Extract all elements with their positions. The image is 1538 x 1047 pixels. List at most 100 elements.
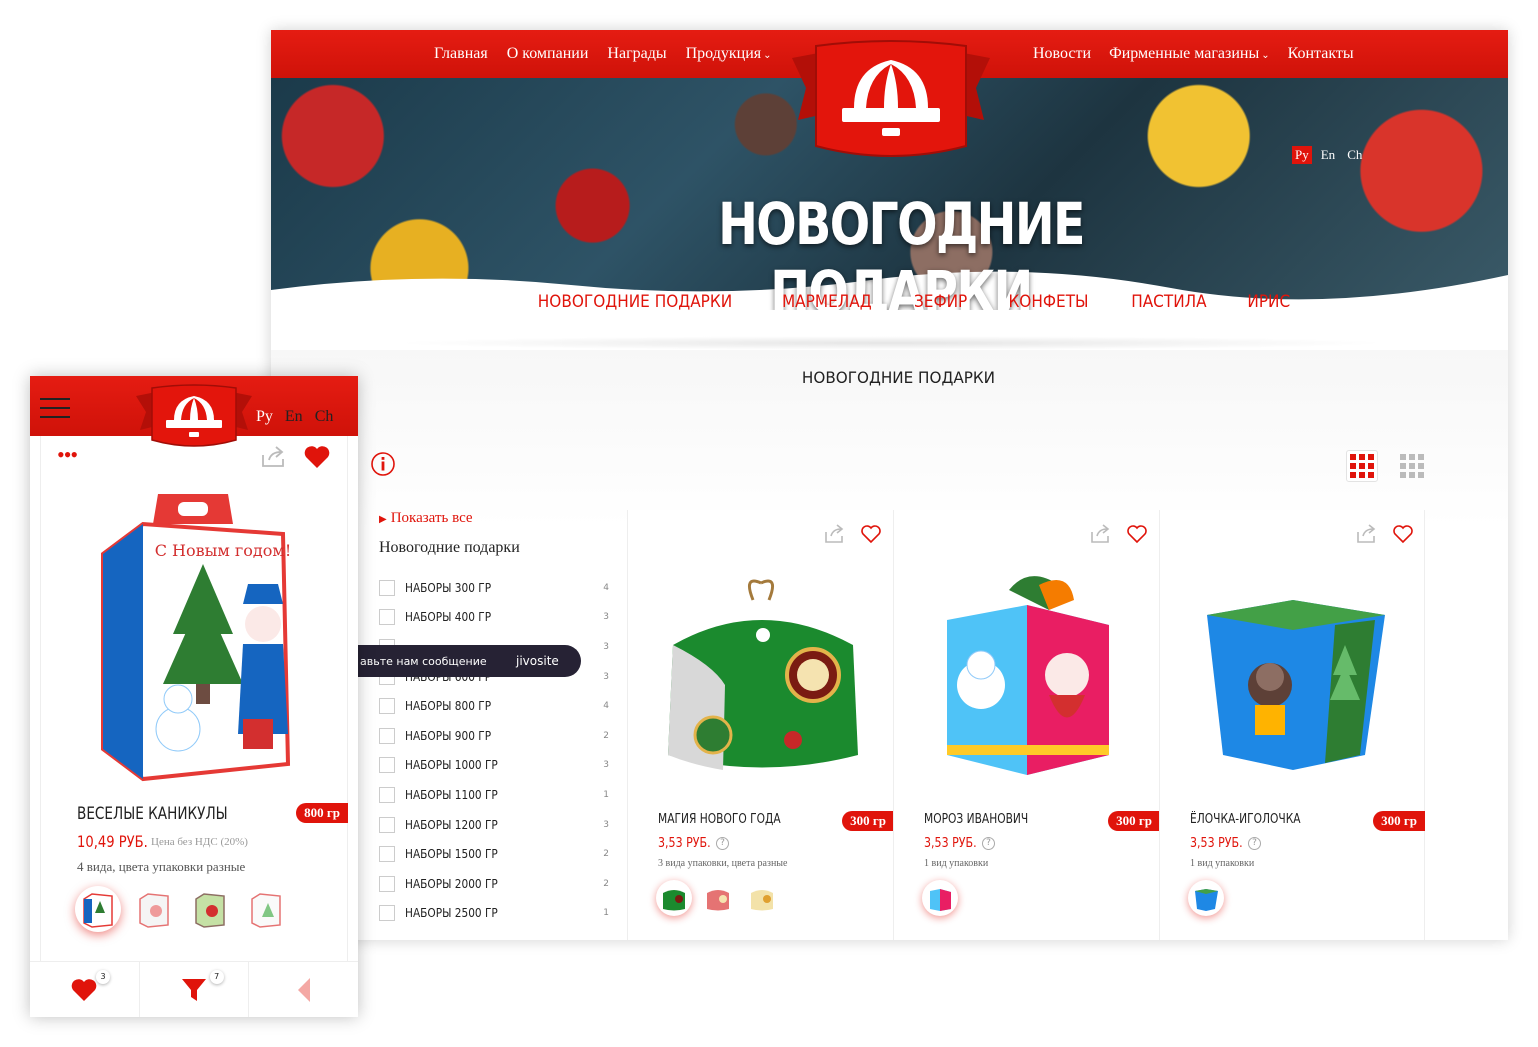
product-name[interactable]: МАГИЯ НОВОГО ГОДА <box>658 812 781 827</box>
share-icon[interactable] <box>261 446 287 468</box>
product-grid: МАГИЯ НОВОГО ГОДА 300 гр 3,53 РУБ. ? 3 в… <box>627 510 1425 940</box>
category-pastila[interactable]: ПАСТИЛА <box>1131 292 1206 312</box>
filter-label: НАБОРЫ 400 ГР <box>405 610 492 625</box>
filter-sidebar: ▶ Показать все Новогодние подарки НАБОРЫ … <box>379 510 609 928</box>
product-card[interactable]: ЁЛОЧКА-ИГОЛОЧКА 300 гр 3,53 РУБ. ? 1 вид… <box>1159 510 1425 940</box>
filter-checkbox[interactable] <box>379 698 395 715</box>
variant-thumb[interactable] <box>1188 880 1224 916</box>
filter-row[interactable]: НАБОРЫ 2000 ГР 2 <box>379 869 609 899</box>
nav-right: Новости Фирменные магазины ⌄ Контакты <box>1033 45 1354 63</box>
filter-label: НАБОРЫ 2000 ГР <box>405 876 498 891</box>
hamburger-menu-icon[interactable] <box>40 398 70 418</box>
variant-image <box>751 890 773 911</box>
nav-products[interactable]: Продукция ⌄ <box>686 45 772 63</box>
share-icon[interactable] <box>1090 524 1112 544</box>
heart-icon[interactable] <box>1126 524 1148 544</box>
question-icon[interactable]: ? <box>1248 837 1261 850</box>
filter-row[interactable]: НАБОРЫ 800 ГР 4 <box>379 691 609 721</box>
category-zephyr[interactable]: ЗЕФИР <box>913 292 966 312</box>
category-iris[interactable]: ИРИС <box>1247 292 1290 312</box>
nav-about[interactable]: О компании <box>507 45 589 63</box>
category-new-year-gifts[interactable]: НОВОГОДНИЕ ПОДАРКИ <box>538 292 732 312</box>
lang-ch[interactable]: Ch <box>1344 146 1365 164</box>
filter-row[interactable]: НАБОРЫ 1000 ГР 3 <box>379 751 609 781</box>
filter-row[interactable]: НАБОРЫ 300 ГР 4 <box>379 573 609 603</box>
filter-row[interactable]: НАБОРЫ 1200 ГР 3 <box>379 810 609 840</box>
filter-checkbox[interactable] <box>379 875 395 892</box>
lang-ch[interactable]: Ch <box>315 408 334 426</box>
share-icon[interactable] <box>1356 524 1378 544</box>
heart-icon[interactable] <box>1392 524 1414 544</box>
nav-contacts[interactable]: Контакты <box>1288 45 1354 63</box>
variant-thumb[interactable] <box>744 880 780 916</box>
mobile-product-card: ••• С Новым годом! ВЕСЕЛЫЕ КАНИКУЛЫ 800 … <box>40 436 348 961</box>
nav-news[interactable]: Новости <box>1033 45 1091 63</box>
variant-thumbs <box>656 880 780 916</box>
nav-stores[interactable]: Фирменные магазины ⌄ <box>1109 45 1270 63</box>
product-image[interactable] <box>653 565 869 785</box>
filter-checkbox[interactable] <box>379 786 395 803</box>
category-candies[interactable]: КОНФЕТЫ <box>1008 292 1088 312</box>
filter-checkbox[interactable] <box>379 609 395 626</box>
variant-thumb[interactable] <box>656 880 692 916</box>
lang-en[interactable]: En <box>285 408 303 426</box>
variant-thumb[interactable] <box>700 880 736 916</box>
variant-thumb[interactable] <box>131 886 177 932</box>
question-icon[interactable]: ? <box>982 837 995 850</box>
filter-row[interactable]: НАБОРЫ 2500 ГР 1 <box>379 899 609 929</box>
lang-en[interactable]: En <box>1318 146 1338 164</box>
filter-row[interactable]: НАБОРЫ 400 ГР 3 <box>379 603 609 633</box>
product-price: 3,53 РУБ. <box>1190 836 1243 851</box>
back-tab[interactable] <box>249 962 358 1017</box>
heart-icon[interactable] <box>860 524 882 544</box>
product-card[interactable]: МОРОЗ ИВАНОВИЧ 300 гр 3,53 РУБ. ? 1 вид … <box>893 510 1160 940</box>
info-icon[interactable] <box>371 452 395 476</box>
variant-thumb[interactable] <box>922 880 958 916</box>
product-name[interactable]: МОРОЗ ИВАНОВИЧ <box>924 812 1028 827</box>
filter-checkbox[interactable] <box>379 816 395 833</box>
filter-label: НАБОРЫ 1200 ГР <box>405 817 498 832</box>
filter-row[interactable]: НАБОРЫ 1500 ГР 2 <box>379 839 609 869</box>
favorites-tab[interactable]: 3 <box>30 962 140 1017</box>
share-icon[interactable] <box>824 524 846 544</box>
filter-checkbox[interactable] <box>379 727 395 744</box>
filter-count: 4 <box>603 582 609 593</box>
grid-view-large-button[interactable] <box>1346 450 1378 482</box>
lang-ru[interactable]: Ру <box>256 408 273 426</box>
filter-checkbox[interactable] <box>379 579 395 596</box>
sidebar-category-title: Новогодние подарки <box>379 539 520 556</box>
mobile-bottom-bar: 3 7 <box>30 961 358 1017</box>
variant-thumb[interactable] <box>75 886 121 932</box>
variant-thumb[interactable] <box>243 886 289 932</box>
product-card[interactable]: МАГИЯ НОВОГО ГОДА 300 гр 3,53 РУБ. ? 3 в… <box>627 510 894 940</box>
filter-row[interactable]: НАБОРЫ 1100 ГР 1 <box>379 780 609 810</box>
filter-tab[interactable]: 7 <box>140 962 250 1017</box>
filter-count: 2 <box>603 730 609 741</box>
brand-logo[interactable] <box>784 38 998 166</box>
lang-ru[interactable]: Ру <box>1292 146 1312 164</box>
show-all-link[interactable]: ▶ Показать все <box>379 510 609 527</box>
nav-home[interactable]: Главная <box>434 45 488 63</box>
product-name[interactable]: ЁЛОЧКА-ИГОЛОЧКА <box>1190 812 1301 827</box>
heart-icon[interactable] <box>303 444 331 470</box>
filter-row[interactable]: НАБОРЫ 900 ГР 2 <box>379 721 609 751</box>
filter-checkbox[interactable] <box>379 846 395 863</box>
product-image[interactable] <box>1185 565 1401 785</box>
product-image[interactable] <box>919 565 1135 785</box>
category-marmalade[interactable]: МАРМЕЛАД <box>782 292 872 312</box>
chat-widget[interactable]: авьте нам сообщение jivosite <box>358 645 581 677</box>
packaging-variants: 1 вид упаковки <box>924 858 989 869</box>
category-divider <box>391 336 1391 350</box>
filter-count: 4 <box>603 701 609 712</box>
grid-view-small-button[interactable] <box>1396 450 1428 482</box>
product-image[interactable]: С Новым годом! <box>83 484 303 784</box>
question-icon[interactable]: ? <box>716 837 729 850</box>
variant-thumb[interactable] <box>187 886 233 932</box>
filter-checkbox[interactable] <box>379 757 395 774</box>
filter-checkbox[interactable] <box>379 905 395 922</box>
nav-awards[interactable]: Награды <box>607 45 666 63</box>
more-dots-icon[interactable]: ••• <box>57 444 78 466</box>
variant-image <box>707 890 729 911</box>
show-all-label: Показать все <box>390 510 473 526</box>
chevron-down-icon: ⌄ <box>1261 50 1270 61</box>
